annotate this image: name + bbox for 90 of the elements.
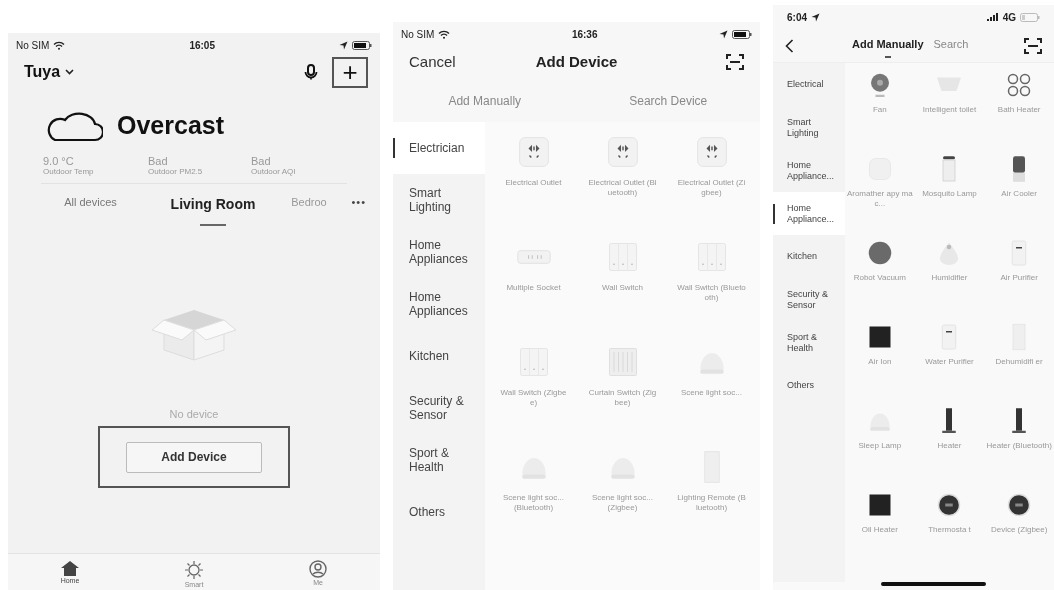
device-item[interactable]: Electrical Outlet (Bluetooth): [578, 134, 667, 239]
device-item[interactable]: Air Ion: [845, 322, 915, 406]
device-item[interactable]: Heater (Bluetooth): [984, 406, 1054, 490]
device-item[interactable]: Device (Zigbee): [984, 490, 1054, 574]
more-icon[interactable]: •••: [351, 193, 366, 210]
category-item[interactable]: Electrician: [393, 122, 485, 174]
room-tab[interactable]: Bedroo: [278, 193, 340, 210]
weather-value: 9.0 °C: [43, 154, 75, 167]
device-item[interactable]: Curtain Switch (Zigbee): [578, 344, 667, 449]
device-item[interactable]: Robot Vacuum: [845, 238, 915, 322]
wifi-icon: [53, 40, 66, 50]
device-item[interactable]: Thermosta t: [914, 490, 985, 574]
device-item[interactable]: Wall Switch (Bluetooth): [667, 239, 756, 344]
tab[interactable]: Add Manually: [852, 36, 924, 58]
category-item[interactable]: Home Appliances: [393, 226, 485, 278]
category-item[interactable]: Electrical: [773, 63, 845, 106]
device-item[interactable]: Electrical Outlet: [489, 134, 578, 239]
battery-icon: [1020, 12, 1040, 22]
signal-icon: [986, 13, 999, 21]
device-item[interactable]: Electrical Outlet (Zigbee): [667, 134, 756, 239]
wifi-icon: [438, 29, 451, 39]
status-time: 6:04: [787, 10, 807, 25]
device-item[interactable]: Fan: [845, 70, 915, 154]
category-item[interactable]: Security & Sensor: [393, 382, 485, 434]
location-arrow-icon: [719, 29, 728, 39]
location-arrow-icon: [339, 40, 348, 50]
back-icon[interactable]: [785, 38, 794, 53]
device-item[interactable]: Air Cooler: [984, 154, 1054, 238]
device-item[interactable]: Water Purifier: [914, 322, 985, 406]
device-item[interactable]: Sleep Lamp: [845, 406, 915, 490]
device-item[interactable]: Lighting Remote (Bluetooth): [667, 449, 756, 554]
add-button[interactable]: +: [332, 56, 368, 88]
category-item[interactable]: Kitchen: [393, 330, 485, 382]
tab[interactable]: Search: [933, 36, 969, 53]
device-item[interactable]: Heater: [914, 406, 985, 490]
device-item[interactable]: Scene light soc... (Zigbee): [578, 449, 667, 554]
device-item[interactable]: Air Purifier: [984, 238, 1054, 322]
category-item[interactable]: Smart Lighting: [393, 174, 485, 226]
room-tab[interactable]: Living Room: [148, 193, 278, 226]
device-item[interactable]: Wall Switch (Zigbee): [489, 344, 578, 449]
weather-label: Outdoor AQI: [251, 166, 297, 177]
device-item[interactable]: Wall Switch: [578, 239, 667, 344]
category-item[interactable]: Home Appliance...: [773, 192, 845, 235]
status-time: 16:05: [189, 38, 215, 53]
device-item[interactable]: Multiple Socket: [489, 239, 578, 344]
sun-icon[interactable]: [184, 560, 204, 580]
carrier-name: No SIM: [401, 27, 435, 42]
category-item[interactable]: Security & Sensor: [773, 278, 845, 321]
profile-icon[interactable]: [309, 560, 327, 578]
room-tab[interactable]: All devices: [33, 193, 148, 210]
category-item[interactable]: Kitchen: [773, 235, 845, 278]
device-item[interactable]: Aromather apy mac...: [845, 154, 915, 238]
category-item[interactable]: Others: [773, 364, 845, 407]
weather-label: Outdoor Temp: [43, 166, 95, 177]
device-item[interactable]: Humidifier: [914, 238, 985, 322]
category-item[interactable]: Others: [393, 486, 485, 538]
microphone-icon[interactable]: [304, 64, 318, 80]
battery-icon: [352, 40, 372, 50]
add-device-button[interactable]: Add Device: [126, 441, 262, 473]
home-name[interactable]: Tuya: [24, 60, 61, 84]
cancel-button[interactable]: Cancel: [409, 50, 456, 74]
device-item[interactable]: Scene light soc... (Bluetooth): [489, 449, 578, 554]
device-item[interactable]: Oil Heater: [845, 490, 915, 574]
scan-icon[interactable]: [1024, 37, 1042, 54]
empty-message: No device: [169, 406, 219, 422]
home-icon[interactable]: [60, 560, 80, 576]
weather-value: Bad: [148, 154, 169, 167]
device-item[interactable]: Mosquito Lamp: [914, 154, 985, 238]
category-item[interactable]: Home Appliances: [393, 278, 485, 330]
battery-icon: [732, 29, 752, 39]
location-arrow-icon: [811, 12, 820, 22]
tab[interactable]: Add Manually: [393, 92, 577, 110]
network-type: 4G: [1002, 10, 1016, 25]
device-item[interactable]: Dehumidifi er: [984, 322, 1054, 406]
weather-condition: Overcast: [117, 110, 225, 141]
screen-title: Add Device: [535, 51, 618, 72]
weather-value: Bad: [251, 154, 272, 167]
device-item[interactable]: Intelligent toilet: [914, 70, 985, 154]
tab[interactable]: Search Device: [576, 92, 760, 110]
category-item[interactable]: Home Appliance...: [773, 149, 845, 192]
category-item[interactable]: Smart Lighting: [773, 106, 845, 149]
device-item[interactable]: Bath Heater: [984, 70, 1054, 154]
carrier-name: No SIM: [16, 38, 50, 53]
device-item[interactable]: Scene light soc...: [667, 344, 756, 449]
category-item[interactable]: Sport & Health: [393, 434, 485, 486]
scan-icon[interactable]: [726, 54, 744, 70]
status-time: 16:36: [571, 27, 598, 42]
chevron-down-icon[interactable]: [65, 69, 75, 75]
weather-label: Outdoor PM2.5: [148, 166, 204, 177]
category-item[interactable]: Sport & Health: [773, 321, 845, 364]
